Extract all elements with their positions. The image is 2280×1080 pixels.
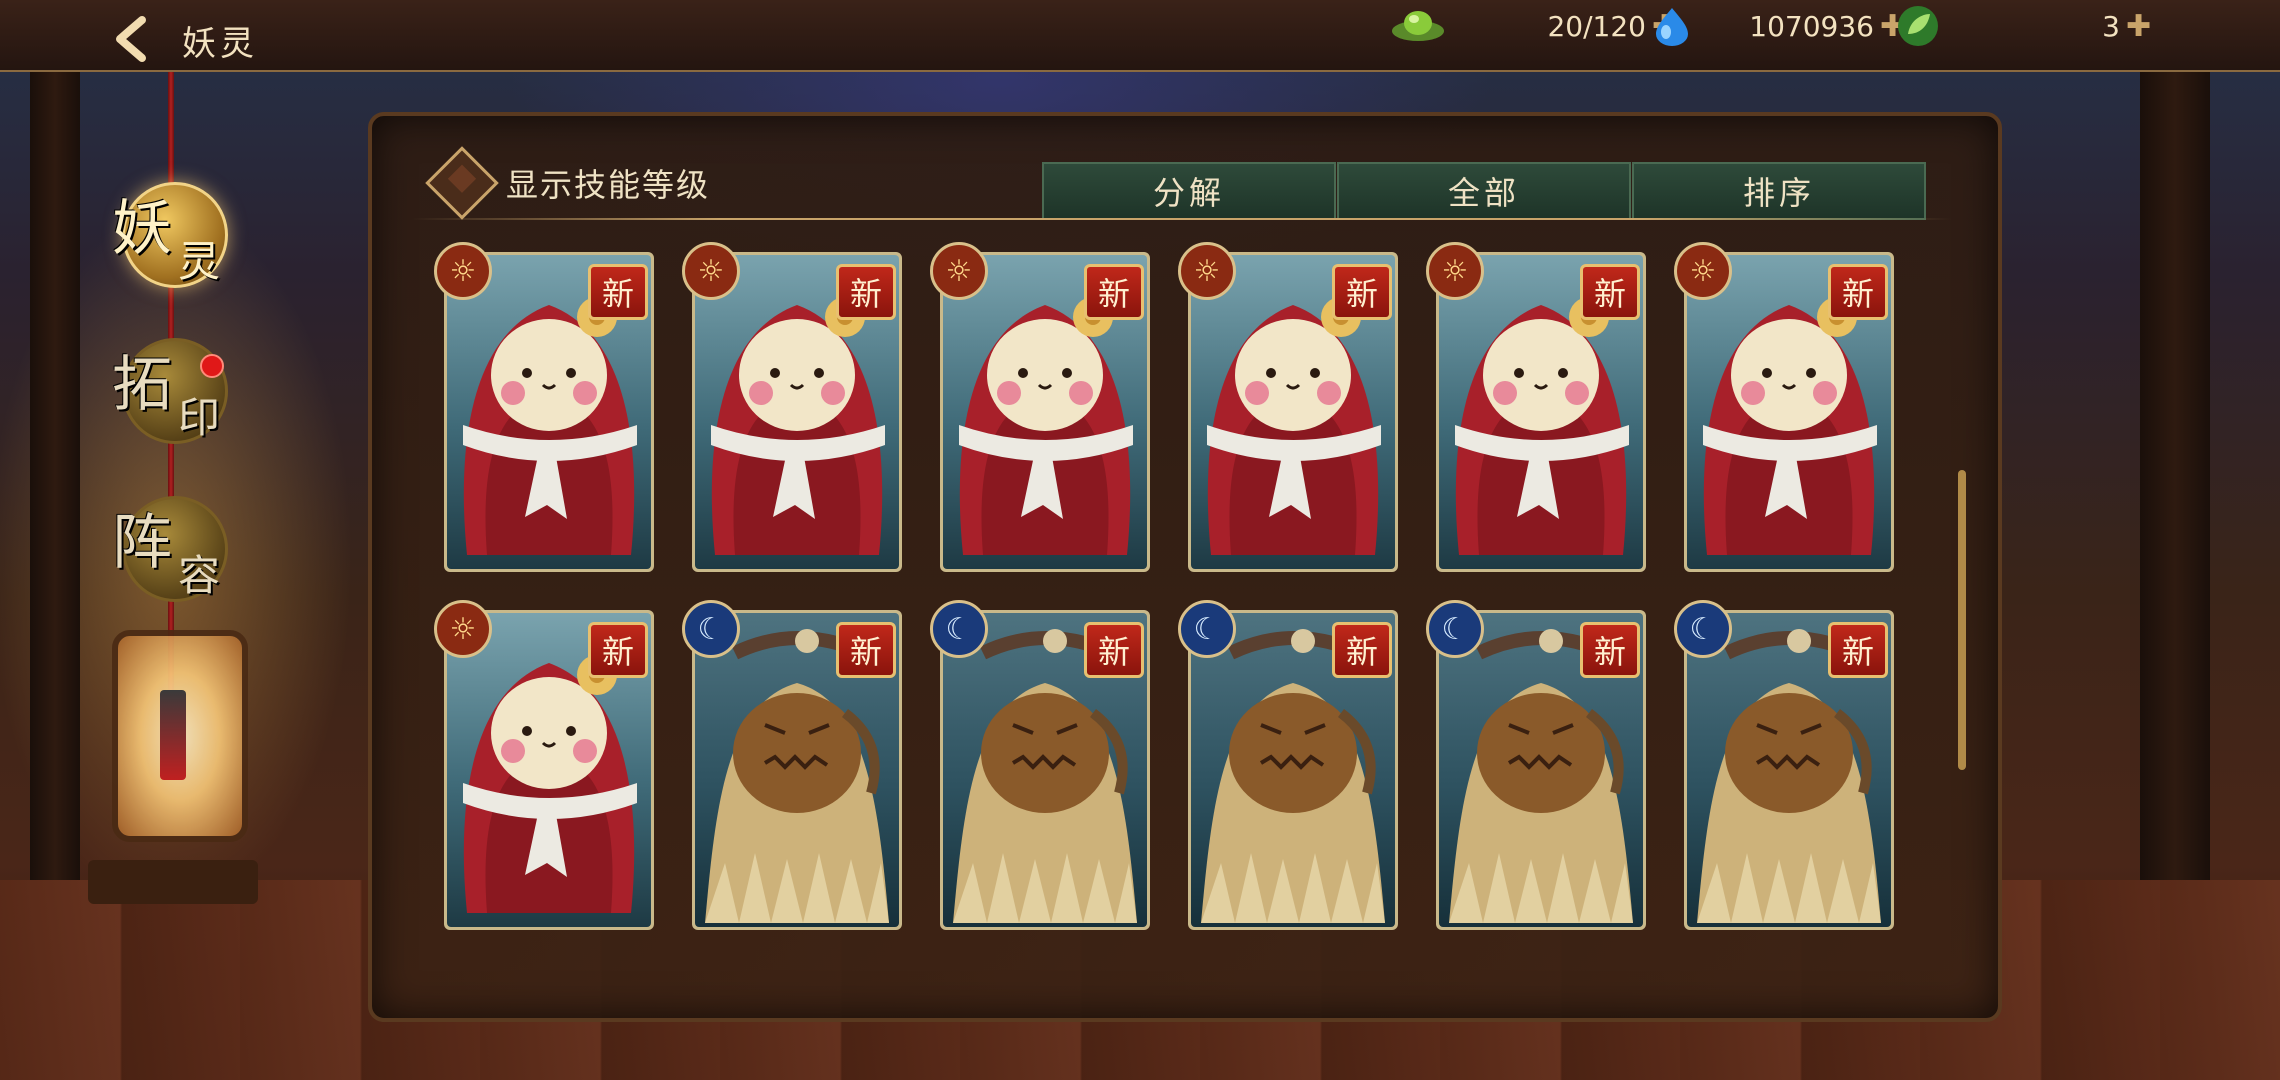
new-badge: 新 [1828,622,1888,678]
nav-zhenrong[interactable]: 阵 容 [112,486,232,606]
new-badge: 新 [1580,622,1640,678]
spirit-card-red-hood-doll[interactable]: ☼ 新 [1178,242,1398,572]
sun-attribute-icon: ☼ [434,242,492,300]
new-badge: 新 [836,264,896,320]
chevron-left-icon [116,16,146,62]
spirit-card-red-hood-doll[interactable]: ☼ 新 [434,242,654,572]
new-badge: 新 [588,264,648,320]
header-divider [412,218,1952,220]
new-badge: 新 [1084,264,1144,320]
nav-label-sub: 印 [178,393,221,442]
spirit-card-straw-scarecrow[interactable]: ☾ 新 [1674,600,1894,930]
sun-attribute-icon: ☼ [1426,242,1484,300]
background-pillar [2140,60,2210,880]
new-badge: 新 [1332,622,1392,678]
background-pillar [30,60,80,880]
sort-button[interactable]: 排序 [1632,162,1926,220]
spirit-card-straw-scarecrow[interactable]: ☾ 新 [1178,600,1398,930]
moon-attribute-icon: ☾ [1674,600,1732,658]
new-badge: 新 [1084,622,1144,678]
decompose-button[interactable]: 分解 [1042,162,1336,220]
sun-attribute-icon: ☼ [682,242,740,300]
spirit-card-red-hood-doll[interactable]: ☼ 新 [1426,242,1646,572]
new-badge: 新 [1580,264,1640,320]
spirit-card-straw-scarecrow[interactable]: ☾ 新 [682,600,902,930]
sun-attribute-icon: ☼ [1674,242,1732,300]
leaf-add-button[interactable]: ✚ [2126,9,2151,44]
resource-leaf: 3 ✚ [1896,4,2151,48]
nav-label-main: 妖 [112,194,172,264]
new-badge: 新 [588,622,648,678]
nav-yaoling[interactable]: 妖 灵 [112,172,232,292]
water-drop-icon [1656,8,1688,46]
nav-label-main: 阵 [112,508,172,578]
spirit-card-red-hood-doll[interactable]: ☼ 新 [434,600,654,930]
new-badge: 新 [1332,264,1392,320]
moon-attribute-icon: ☾ [1178,600,1236,658]
scrollbar[interactable] [1958,470,1966,770]
back-button[interactable] [108,14,158,64]
moon-attribute-icon: ☾ [1426,600,1484,658]
resource-jade: 20/120 ✚ [1390,4,1677,48]
toggle-indicator [447,164,477,193]
resource-water: 1070936 ✚ [1650,4,1905,48]
jade-value: 20/120 [1547,9,1646,43]
action-tabs: 分解 全部 排序 [1042,162,1927,220]
spirit-card-red-hood-doll[interactable]: ☼ 新 [682,242,902,572]
spirit-card-red-hood-doll[interactable]: ☼ 新 [1674,242,1894,572]
nav-label-main: 拓 [112,350,172,420]
top-bar: 妖灵 20/120 ✚ 1070936 ✚ 3 ✚ [0,0,2280,72]
sun-attribute-icon: ☼ [1178,242,1236,300]
nav-label-sub: 灵 [178,237,221,286]
moon-attribute-icon: ☾ [930,600,988,658]
filter-all-button[interactable]: 全部 [1337,162,1631,220]
leaf-orb-icon [1898,6,1938,46]
new-badge: 新 [836,622,896,678]
skill-level-toggle-label: 显示技能等级 [506,166,711,204]
sun-attribute-icon: ☼ [930,242,988,300]
tassel-decoration [160,690,186,780]
notification-dot [200,354,224,378]
sun-attribute-icon: ☼ [434,600,492,658]
water-value: 1070936 [1749,9,1874,43]
leaf-value: 3 [2102,9,2120,43]
spirit-card-red-hood-doll[interactable]: ☼ 新 [930,242,1150,572]
nav-label-sub: 容 [178,551,221,600]
nav-tuoyin[interactable]: 拓 印 [112,328,232,448]
moon-attribute-icon: ☾ [682,600,740,658]
jade-icon [1392,11,1444,41]
spirit-card-straw-scarecrow[interactable]: ☾ 新 [930,600,1150,930]
new-badge: 新 [1828,264,1888,320]
lantern-stand [88,860,258,904]
spirit-card-straw-scarecrow[interactable]: ☾ 新 [1426,600,1646,930]
page-title: 妖灵 [182,24,258,64]
